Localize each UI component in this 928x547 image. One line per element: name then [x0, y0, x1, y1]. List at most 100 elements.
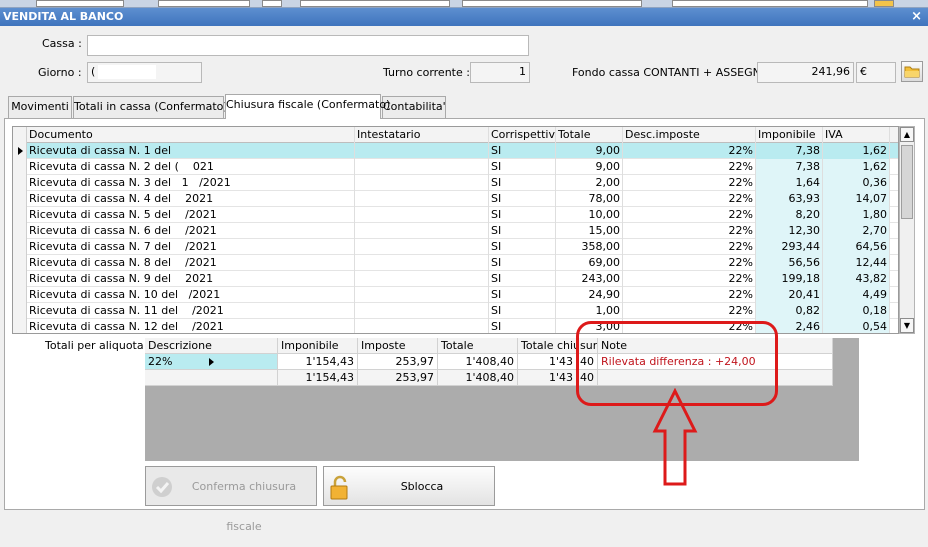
cell-intestatario [355, 175, 489, 191]
totals-desc-cell[interactable]: 22% [145, 354, 278, 370]
scroll-up-button[interactable]: ▲ [900, 127, 914, 142]
cell-totale: 358,00 [556, 239, 623, 255]
col-intestatario[interactable]: Intestatario [355, 127, 489, 143]
cell-intestatario [355, 239, 489, 255]
cell-intestatario [355, 319, 489, 333]
cell-imponibile: 20,41 [756, 287, 823, 303]
table-row[interactable]: Ricevuta di cassa N. 5 del /2021 SI 10,00 2… [13, 207, 898, 223]
cell-imponibile: 1,64 [756, 175, 823, 191]
cell-imponibile: 0,82 [756, 303, 823, 319]
scroll-down-button[interactable]: ▼ [900, 318, 914, 333]
table-row[interactable]: Ricevuta di cassa N. 7 del /2021 SI 358,00… [13, 239, 898, 255]
document-date: /2021 [181, 304, 224, 317]
cell-documento: Ricevuta di cassa N. 9 del 2021 [27, 271, 355, 287]
col-imponibile[interactable]: Imponibile [756, 127, 823, 143]
cell-corrispettivi: SI [489, 143, 556, 159]
fondo-cassa-field[interactable]: 241,96 [757, 62, 854, 83]
checkmark-icon [152, 477, 172, 497]
table-row[interactable]: Ricevuta di cassa N. 1 del SI 9,00 22% 7,38… [13, 143, 898, 159]
tab-chiusura-fiscale[interactable]: Chiusura fiscale (Confermato) [225, 94, 390, 119]
document-name: Ricevuta di cassa N. 6 del [29, 224, 172, 237]
tcol-totale[interactable]: Totale [438, 338, 518, 354]
tab-movimenti[interactable]: Movimenti [8, 96, 72, 118]
table-row[interactable]: Ricevuta di cassa N. 4 del 2021 SI 78,00 22… [13, 191, 898, 207]
totals-totale-chiusura: 1'43 ,40 [518, 354, 598, 370]
turno-field[interactable]: 1 [470, 62, 530, 83]
totals-grid[interactable]: Descrizione Imponibile Imposte Totale To… [145, 338, 859, 461]
table-row[interactable]: Ricevuta di cassa N. 8 del /2021 SI 69,00 2… [13, 255, 898, 271]
row-indicator[interactable] [13, 319, 27, 333]
row-indicator[interactable] [13, 143, 27, 159]
tcol-imposte[interactable]: Imposte [358, 338, 438, 354]
cell-corrispettivi: SI [489, 239, 556, 255]
cell-iva: 12,44 [823, 255, 890, 271]
cassa-field[interactable] [87, 35, 529, 56]
table-row[interactable]: Ricevuta di cassa N. 12 del /2021 SI 3,00 2… [13, 319, 898, 333]
document-name: Ricevuta di cassa N. 9 del [29, 272, 172, 285]
cell-documento: Ricevuta di cassa N. 10 del /2021 [27, 287, 355, 303]
col-corrispettivi[interactable]: Corrispettivi [489, 127, 556, 143]
cell-desc-imposte: 22% [623, 287, 756, 303]
open-folder-button[interactable] [901, 61, 923, 82]
table-row[interactable]: Ricevuta di cassa N. 3 del 1 /2021 SI 2,00… [13, 175, 898, 191]
tab-contabilita[interactable]: Contabilita' [382, 96, 446, 118]
giorno-field[interactable]: ( [87, 62, 202, 83]
cell-totale: 10,00 [556, 207, 623, 223]
col-totale[interactable]: Totale [556, 127, 623, 143]
document-name: Ricevuta di cassa N. 5 del [29, 208, 172, 221]
grid-header: Documento Intestatario Corrispettivi Tot… [13, 127, 898, 143]
currency-field[interactable]: € [856, 62, 896, 83]
receipts-grid[interactable]: Documento Intestatario Corrispettivi Tot… [12, 126, 899, 334]
cell-imponibile: 7,38 [756, 143, 823, 159]
tcol-imponibile[interactable]: Imponibile [278, 338, 358, 354]
row-indicator[interactable] [13, 271, 27, 287]
table-row[interactable]: Ricevuta di cassa N. 11 del /2021 SI 1,00 2… [13, 303, 898, 319]
tcol-note[interactable]: Note [598, 338, 833, 354]
totals-totale: 1'408,40 [438, 354, 518, 370]
totals-row[interactable]: 22% 1'154,43 253,97 1'408,40 1'43 ,40 Ri… [145, 354, 833, 370]
tab-totali-in-cassa[interactable]: Totali in cassa (Confermato) [73, 96, 228, 118]
cell-desc-imposte: 22% [623, 303, 756, 319]
row-indicator[interactable] [13, 207, 27, 223]
tcol-totale-chiusura[interactable]: Totale chiusura [518, 338, 598, 354]
document-date: 1 /2021 [174, 176, 231, 189]
row-indicator[interactable] [13, 239, 27, 255]
col-iva[interactable]: IVA [823, 127, 890, 143]
cell-corrispettivi: SI [489, 207, 556, 223]
row-indicator[interactable] [13, 191, 27, 207]
document-date: /2021 [174, 240, 217, 253]
summary-desc [145, 370, 278, 386]
row-indicator[interactable] [13, 255, 27, 271]
row-indicator[interactable] [13, 223, 27, 239]
cell-totale: 2,00 [556, 175, 623, 191]
cell-intestatario [355, 255, 489, 271]
cell-totale: 1,00 [556, 303, 623, 319]
table-row[interactable]: Ricevuta di cassa N. 2 del ( 021 SI 9,00 22… [13, 159, 898, 175]
cassa-label: Cassa : [42, 37, 82, 50]
close-icon[interactable]: × [911, 8, 922, 26]
row-indicator[interactable] [13, 303, 27, 319]
row-indicator[interactable] [13, 159, 27, 175]
table-row[interactable]: Ricevuta di cassa N. 9 del 2021 SI 243,00 2… [13, 271, 898, 287]
col-documento[interactable]: Documento [27, 127, 355, 143]
bg-date-field-2 [158, 0, 250, 7]
cell-imponibile: 2,46 [756, 319, 823, 333]
cell-corrispettivi: SI [489, 303, 556, 319]
tcol-descrizione[interactable]: Descrizione [145, 338, 278, 354]
cell-iva: 1,80 [823, 207, 890, 223]
cell-iva: 1,62 [823, 143, 890, 159]
scroll-thumb[interactable] [901, 145, 913, 219]
row-indicator[interactable] [13, 287, 27, 303]
col-desc-imposte[interactable]: Desc.imposte [623, 127, 756, 143]
cell-totale: 243,00 [556, 271, 623, 287]
cell-intestatario [355, 143, 489, 159]
redaction [93, 38, 221, 52]
table-row[interactable]: Ricevuta di cassa N. 10 del /2021 SI 24,90… [13, 287, 898, 303]
row-indicator[interactable] [13, 175, 27, 191]
sblocca-button[interactable]: Sblocca [323, 466, 495, 506]
document-name: Ricevuta di cassa N. 11 del [29, 304, 179, 317]
conferma-chiusura-fiscale-button[interactable]: Conferma chiusura fiscale [145, 466, 317, 533]
table-row[interactable]: Ricevuta di cassa N. 6 del /2021 SI 15,00 2… [13, 223, 898, 239]
grid-vertical-scrollbar[interactable]: ▲ ▼ [899, 126, 915, 334]
bg-search-button [300, 0, 450, 7]
